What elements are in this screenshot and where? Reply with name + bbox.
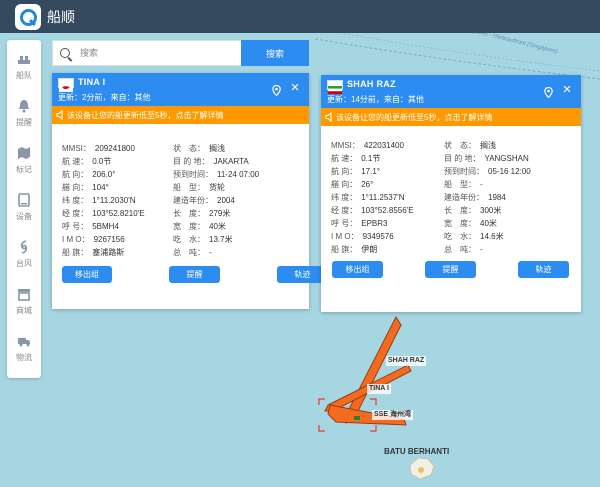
search-icon xyxy=(60,48,70,58)
typhoon-icon xyxy=(17,240,31,254)
detail-row: 船 旗： 塞浦路斯 xyxy=(62,248,125,257)
detail-row: 艏 向： 104° xyxy=(62,183,109,192)
detail-row: 纬 度： 1°11.2030'N xyxy=(62,196,136,205)
detail-row: I M O： 9267156 xyxy=(62,235,125,244)
detail-row: 长 度： 300米 xyxy=(444,206,502,215)
sidebar-item-label: 标记 xyxy=(16,165,32,174)
remove-from-group-button[interactable]: 移出组 xyxy=(332,261,383,278)
search-button[interactable]: 搜索 xyxy=(241,40,309,66)
sidebar-item-markers[interactable]: 标记 xyxy=(7,140,41,180)
flag-icon xyxy=(58,78,74,92)
detail-row: 总 吨： - xyxy=(444,245,483,254)
sidebar-item-alerts[interactable]: 提醒 xyxy=(7,93,41,133)
bell-icon xyxy=(17,99,31,113)
device-icon xyxy=(17,193,31,207)
detail-row: 宽 度： 40米 xyxy=(444,219,497,228)
detail-row: 航 向： 206.0° xyxy=(62,170,116,179)
detail-row: 呼 号： 5BMH4 xyxy=(62,222,119,231)
card-header: SHAH RAZ 更新：14分前，来自：其他 × xyxy=(321,75,581,108)
top-bar: 船顺 xyxy=(0,0,600,33)
sidebar-item-label: 设备 xyxy=(16,212,32,221)
upgrade-notice[interactable]: 该设备让您的船更新低至5秒，点击了解详情 xyxy=(52,106,309,124)
detail-row: 船 型： - xyxy=(444,180,483,189)
fleet-icon xyxy=(17,52,31,66)
detail-row: 目 的 地： JAKARTA xyxy=(173,157,249,166)
remove-from-group-button[interactable]: 移出组 xyxy=(62,266,112,283)
sidebar-item-devices[interactable]: 设备 xyxy=(7,187,41,227)
sidebar-item-label: 物流 xyxy=(16,353,32,362)
detail-row: 建造年份： 2004 xyxy=(173,196,235,205)
detail-row: 船 型： 货轮 xyxy=(173,183,225,192)
update-status: 更新：2分前，来自：其他 xyxy=(58,93,151,102)
detail-row: 经 度： 103°52.8210'E xyxy=(62,209,145,218)
detail-row: I M O： 9349576 xyxy=(331,232,394,241)
detail-row: 经 度： 103°52.8556'E xyxy=(331,206,414,215)
close-icon[interactable]: × xyxy=(561,82,573,97)
locate-icon[interactable] xyxy=(544,85,553,99)
sidebar-item-fleet[interactable]: 船队 xyxy=(7,46,41,86)
remind-button[interactable]: 提醒 xyxy=(169,266,220,283)
notice-text: 该设备让您的船更新低至5秒，点击了解详情 xyxy=(336,113,493,122)
ship-tag-shah-raz[interactable]: SHAH RAZ xyxy=(386,356,427,366)
ship-card-shah-raz: SHAH RAZ 更新：14分前，来自：其他 × 该设备让您的船更新低至5秒，点… xyxy=(321,75,581,312)
search-box xyxy=(52,40,242,66)
sidebar-item-logistics[interactable]: 物流 xyxy=(7,328,41,368)
detail-row: 航 速： 0.1节 xyxy=(331,154,381,163)
detail-row: 建造年份： 1984 xyxy=(444,193,506,202)
place-label-batu-berhanti: BATU BERHANTI xyxy=(384,447,450,456)
detail-row: 纬 度： 1°11.2537'N xyxy=(331,193,405,202)
search-input[interactable] xyxy=(80,48,230,58)
detail-row: 总 吨： - xyxy=(173,248,212,257)
ship-name: SHAH RAZ xyxy=(347,79,396,89)
detail-row: 船 旗： 伊朗 xyxy=(331,245,378,254)
sidebar-item-typhoon[interactable]: 台风 xyxy=(7,234,41,274)
sidebar-item-label: 商城 xyxy=(16,306,32,315)
flag-icon xyxy=(327,80,343,94)
detail-row: 状 态： 搁浅 xyxy=(173,144,225,153)
track-button[interactable]: 轨迹 xyxy=(518,261,569,278)
remind-button[interactable]: 提醒 xyxy=(425,261,476,278)
locate-icon[interactable] xyxy=(272,83,281,97)
upgrade-notice[interactable]: 该设备让您的船更新低至5秒，点击了解详情 xyxy=(321,108,581,126)
detail-row: 状 态： 搁浅 xyxy=(444,141,496,150)
detail-row: 艏 向： 26° xyxy=(331,180,374,189)
card-header: TINA I 更新：2分前，来自：其他 × xyxy=(52,73,309,106)
sidebar-item-label: 提醒 xyxy=(16,118,32,127)
detail-row: 预到时间： 11-24 07:00 xyxy=(173,170,260,179)
speaker-icon xyxy=(56,109,66,121)
sidebar-item-store[interactable]: 商城 xyxy=(7,281,41,321)
close-icon[interactable]: × xyxy=(289,80,301,95)
update-status: 更新：14分前，来自：其他 xyxy=(327,95,424,104)
detail-row: 目 的 地： YANGSHAN xyxy=(444,154,529,163)
store-icon xyxy=(17,287,31,301)
map-marker-icon xyxy=(17,146,31,160)
detail-row: 吃 水： 14.6米 xyxy=(444,232,504,241)
sidebar: 船队 提醒 标记 设备 台风 商城 物流 xyxy=(7,40,41,378)
ship-tag-sse[interactable]: SSE 海州湾 xyxy=(372,410,413,420)
speaker-icon xyxy=(325,111,335,123)
detail-row: MMSI： 209241800 xyxy=(62,144,135,153)
ship-name: TINA I xyxy=(78,77,106,87)
detail-row: 预到时间： 05-16 12:00 xyxy=(444,167,531,176)
ship-card-tina-i: TINA I 更新：2分前，来自：其他 × 该设备让您的船更新低至5秒，点击了解… xyxy=(52,73,328,309)
logistics-icon xyxy=(17,334,31,348)
detail-row: MMSI： 422031400 xyxy=(331,141,404,150)
ship-tag-tina-i[interactable]: TINA I xyxy=(367,384,391,394)
app-logo-icon[interactable] xyxy=(15,3,41,30)
detail-row: 航 速： 0.0节 xyxy=(62,157,112,166)
app-title: 船顺 xyxy=(47,8,75,25)
sidebar-item-label: 船队 xyxy=(16,71,32,80)
sidebar-item-label: 台风 xyxy=(16,259,32,268)
detail-row: 吃 水： 13.7米 xyxy=(173,235,233,244)
detail-row: 宽 度： 40米 xyxy=(173,222,226,231)
detail-row: 长 度： 279米 xyxy=(173,209,231,218)
detail-row: 呼 号： EPBR3 xyxy=(331,219,388,228)
notice-text: 该设备让您的船更新低至5秒，点击了解详情 xyxy=(67,111,224,120)
detail-row: 航 向： 17.1° xyxy=(331,167,381,176)
